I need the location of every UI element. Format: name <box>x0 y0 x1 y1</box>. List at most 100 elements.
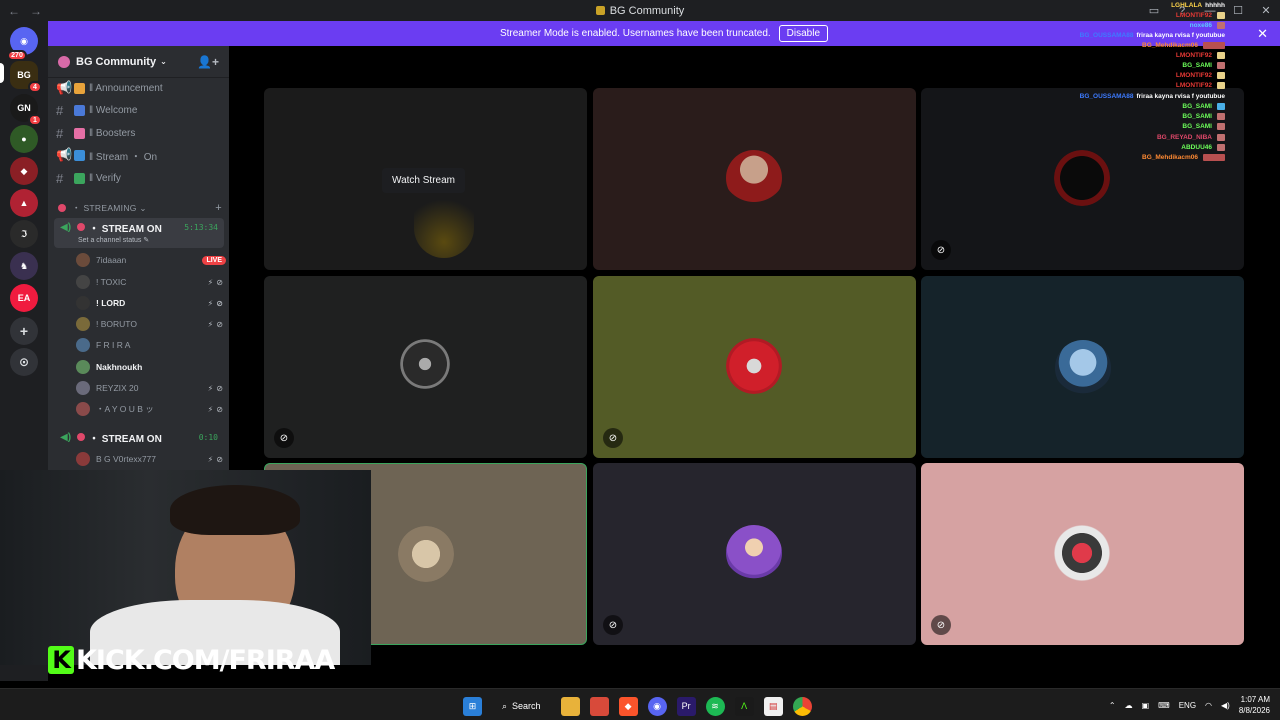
channel-emoji-icon <box>74 82 85 94</box>
avatar <box>76 338 90 352</box>
forward-arrow-icon[interactable]: → <box>30 4 42 18</box>
participant-tile[interactable]: ⊘ <box>593 276 916 458</box>
tray-overflow-icon[interactable]: ⌃ <box>1109 701 1116 710</box>
channel-status[interactable]: Set a channel status ✎ <box>54 236 224 248</box>
server-name: BG Community <box>76 55 157 68</box>
emote-icon <box>1217 71 1225 79</box>
avatar <box>76 452 90 466</box>
voice-channel-name: ・ STREAM ON <box>89 223 162 235</box>
server-header[interactable]: BG Community ⌄ 👤+ <box>48 46 229 78</box>
chat-line: BG_OUSSAMA88 friraa kayna rvisa f youtubu… <box>1079 31 1225 39</box>
stream-tile[interactable]: Watch Stream <box>264 88 587 270</box>
muted-icons: ⚡⊘ <box>207 277 226 287</box>
voice-channel-name: ・ STREAM ON <box>89 433 162 445</box>
voice-user[interactable]: ! TOXIC ⚡⊘ <box>76 272 226 292</box>
app-icon[interactable] <box>589 696 609 716</box>
file-explorer-icon[interactable] <box>560 696 580 716</box>
channel-announcement[interactable]: 📢 ‖ Announcement <box>56 78 222 98</box>
kick-url: KICK.COM/FRIRAA <box>76 644 335 676</box>
server-script[interactable]: ℑ <box>10 220 38 248</box>
muted-mic-icon: ⊘ <box>603 615 623 635</box>
chat-line: LGHLALA hhhhh <box>1171 1 1225 9</box>
muted-mic-icon: ⊘ <box>931 615 951 635</box>
voice-user[interactable]: Nakhnoukh <box>76 357 226 377</box>
server-gn[interactable]: GN 1 <box>10 94 42 126</box>
date: 8/8/2026 <box>1238 706 1270 715</box>
channel-emoji-icon <box>74 149 85 161</box>
premiere-icon[interactable]: Pr <box>676 696 696 716</box>
muted-icons: ⚡⊘ <box>207 454 226 464</box>
voice-user[interactable]: ! BORUTO ⚡⊘ <box>76 314 226 334</box>
voice-user[interactable]: F R I R A <box>76 335 226 355</box>
nvidia-icon[interactable]: ▣ <box>1142 701 1150 710</box>
chat-line: BG_SAMI <box>1182 111 1225 121</box>
server-character[interactable]: ♞ <box>10 252 38 280</box>
back-arrow-icon[interactable]: ← <box>8 4 20 18</box>
participant-tile[interactable]: ⊘ <box>921 463 1244 645</box>
server-green[interactable]: ● <box>10 125 38 153</box>
avatar <box>76 402 90 416</box>
kick-app-icon[interactable]: Λ <box>734 696 754 716</box>
chat-line: BG_OUSSAMA88 friraa kayna rvisa f youtubu… <box>1079 92 1225 100</box>
participant-tile[interactable]: ⊘ <box>593 463 916 645</box>
voice-user[interactable]: ・A Y O U B ッ ⚡⊘ <box>76 399 226 419</box>
wifi-icon[interactable]: ◠ <box>1205 701 1212 710</box>
discord-icon[interactable]: ◉ <box>647 696 667 716</box>
voice-timer: 5:13:34 <box>184 222 218 232</box>
invite-icon[interactable]: 👤+ <box>197 55 219 69</box>
server-ea[interactable]: EA <box>10 284 38 312</box>
close-window-button[interactable]: ✕ <box>1252 4 1280 17</box>
maximize-button[interactable]: ☐ <box>1224 4 1252 17</box>
server-bg-community[interactable]: BG 4 <box>10 61 42 93</box>
emote-icon <box>1217 143 1225 151</box>
participant-tile[interactable]: ⊘ <box>264 276 587 458</box>
chat-line: BG_SAMI <box>1182 121 1225 131</box>
volume-icon[interactable]: ◀) <box>1221 701 1230 710</box>
speaker-icon: ◀) <box>60 431 72 443</box>
server-redwing[interactable]: ▲ <box>10 189 38 217</box>
spotify-icon[interactable]: ≋ <box>705 696 725 716</box>
keyboard-icon[interactable]: ⌨ <box>1158 701 1170 710</box>
muted-mic-icon: ⊘ <box>603 428 623 448</box>
clock[interactable]: 1:07 AM 8/8/2026 <box>1239 694 1270 716</box>
muted-mic-icon: ⊘ <box>274 428 294 448</box>
voice-user[interactable]: REYZIX 20 ⚡⊘ <box>76 378 226 398</box>
avatar <box>76 253 90 267</box>
banner-text: Streamer Mode is enabled. Usernames have… <box>499 28 771 39</box>
windows-taskbar: ⊞ ⌕ Search ◆ ◉ Pr ≋ Λ ▤ ⌃ ☁ ▣ ⌨ ENG ◠ ◀) … <box>0 688 1280 720</box>
emote-icon <box>1217 133 1225 141</box>
channel-verify[interactable]: # ‖ Verify <box>56 168 222 188</box>
participant-tile[interactable] <box>921 276 1244 458</box>
channel-sidebar: BG Community ⌄ 👤+ 📢 ‖ Announcement # ‖ W… <box>48 46 229 470</box>
participant-tile[interactable] <box>593 88 916 270</box>
brave-browser-icon[interactable]: ◆ <box>618 696 638 716</box>
add-channel-icon[interactable]: + <box>215 202 222 214</box>
voice-user[interactable]: ! LORD ⚡⊘ <box>76 293 226 313</box>
voice-timer: 0:10 <box>198 432 218 442</box>
network-icon[interactable]: ☁ <box>1125 701 1133 710</box>
webcam-overlay <box>0 470 371 665</box>
live-badge: LIVE <box>202 255 226 265</box>
language-indicator[interactable]: ENG <box>1179 701 1196 710</box>
channel-stream-on[interactable]: 📢 ‖ Stream ・ On <box>56 145 222 165</box>
category-streaming[interactable]: ・ STREAMING ⌄ + <box>58 201 222 215</box>
watch-stream-button[interactable]: Watch Stream <box>382 168 465 193</box>
discord-home-icon[interactable]: ◉ 270 <box>7 27 38 61</box>
windows-start-icon[interactable]: ⊞ <box>463 696 482 716</box>
voice-user[interactable]: B G V0rtexx777 ⚡⊘ <box>76 449 226 469</box>
voice-channel-stream-on-2[interactable]: ◀) ・ STREAM ON 0:10 <box>54 428 224 446</box>
notepad-icon[interactable]: ▤ <box>763 696 783 716</box>
server-red[interactable]: ◆ <box>10 157 38 185</box>
discover-icon[interactable]: ⊙ <box>10 348 38 376</box>
disable-button[interactable]: Disable <box>778 25 829 42</box>
emote-icon <box>1217 81 1225 89</box>
channel-emoji-icon <box>74 172 85 184</box>
channel-welcome[interactable]: # ‖ Welcome <box>56 100 222 120</box>
taskbar-search[interactable]: ⌕ Search <box>492 695 551 717</box>
close-icon[interactable]: ✕ <box>1257 26 1268 42</box>
add-server-icon[interactable]: + <box>10 317 38 345</box>
chrome-icon[interactable] <box>792 696 812 716</box>
voice-user[interactable]: 7idaaan LIVE <box>76 250 226 270</box>
voice-channel-stream-on[interactable]: ◀) ・ STREAM ON 5:13:34 Set a channel sta… <box>54 218 224 248</box>
channel-boosters[interactable]: # ‖ Boosters <box>56 123 222 143</box>
